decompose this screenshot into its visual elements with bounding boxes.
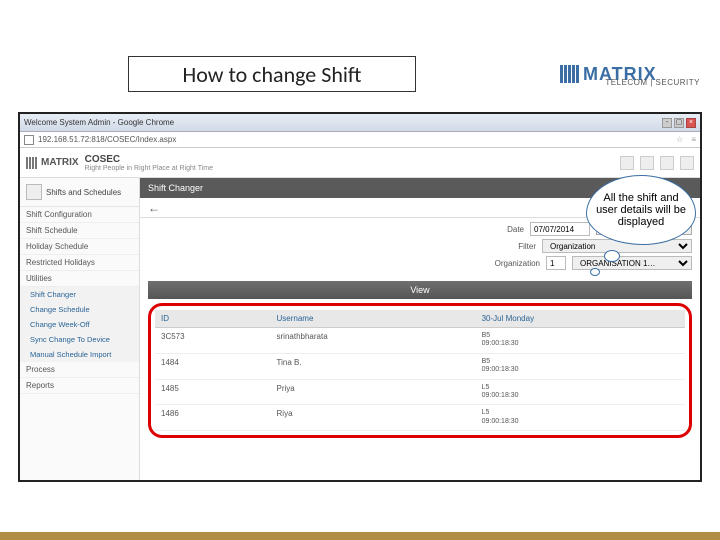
screenshot-frame: Welcome System Admin - Google Chrome - ▢… — [18, 112, 702, 482]
sidebar-sub-shift-changer[interactable]: Shift Changer — [20, 287, 139, 302]
callout-tail-1 — [604, 250, 620, 262]
results-table: ID Username 30-Jul Monday 3C573srinathbh… — [155, 310, 685, 431]
slide-title: How to change Shift — [183, 61, 362, 88]
cell-shift: L509:00:18:30 — [476, 405, 685, 431]
cell-id: 3C573 — [155, 328, 271, 354]
date-label: Date — [474, 225, 524, 234]
sidebar-item-process[interactable]: Process — [20, 362, 139, 378]
clipboard-icon — [26, 184, 42, 200]
bookmark-star-icon[interactable]: ☆ — [676, 135, 683, 144]
header-icon-1[interactable] — [620, 156, 634, 170]
org-code-input[interactable] — [546, 256, 566, 270]
cell-id: 1486 — [155, 405, 271, 431]
page-icon — [24, 135, 34, 145]
window-minimize-button[interactable]: - — [662, 118, 672, 128]
sidebar-item-shift-config[interactable]: Shift Configuration — [20, 207, 139, 223]
product-name: COSEC — [85, 154, 213, 165]
app-logo-text: MATRIX — [41, 157, 79, 168]
cell-shift: B509:00:18:30 — [476, 353, 685, 379]
org-select[interactable]: ORGANISATION 1… — [572, 256, 692, 270]
table-row[interactable]: 1486RiyaL509:00:18:30 — [155, 405, 685, 431]
table-row[interactable]: 1484Tina B.B509:00:18:30 — [155, 353, 685, 379]
col-id[interactable]: ID — [155, 310, 271, 328]
cell-id: 1485 — [155, 379, 271, 405]
brand-subtitle: TELECOM | SECURITY — [605, 78, 700, 87]
browser-titlebar: Welcome System Admin - Google Chrome - ▢… — [20, 114, 700, 132]
cell-username: Riya — [271, 405, 476, 431]
window-maximize-button[interactable]: ▢ — [674, 118, 684, 128]
header-icons — [620, 156, 694, 170]
sidebar-sub-sync-change[interactable]: Sync Change To Device — [20, 332, 139, 347]
sidebar-section-title: Shifts and Schedules — [46, 188, 121, 197]
cell-username: Priya — [271, 379, 476, 405]
view-button-label: View — [410, 285, 429, 295]
sidebar-item-utilities[interactable]: Utilities — [20, 271, 139, 287]
filter-label: Filter — [486, 242, 536, 251]
page-title: Shift Changer — [148, 183, 203, 193]
cell-id: 1484 — [155, 353, 271, 379]
date-from-input[interactable] — [530, 222, 590, 236]
product-tagline: Right People in Right Place at Right Tim… — [85, 165, 213, 172]
cell-username: srinathbharata — [271, 328, 476, 354]
sidebar-sub-change-schedule[interactable]: Change Schedule — [20, 302, 139, 317]
header-icon-4[interactable] — [680, 156, 694, 170]
cell-shift: L509:00:18:30 — [476, 379, 685, 405]
organization-label: Organization — [490, 259, 540, 268]
callout-tail-2 — [590, 268, 600, 276]
window-close-button[interactable]: × — [686, 118, 696, 128]
browser-url-bar: 192.168.51.72:818/COSEC/Index.aspx ☆ ≡ — [20, 132, 700, 148]
sidebar-item-shift-schedule[interactable]: Shift Schedule — [20, 223, 139, 239]
sidebar-section[interactable]: Shifts and Schedules — [20, 178, 139, 207]
col-username[interactable]: Username — [271, 310, 476, 328]
slide-title-box: How to change Shift — [128, 56, 416, 92]
app-header: MATRIX COSEC Right People in Right Place… — [20, 148, 700, 178]
menu-icon[interactable]: ≡ — [691, 135, 696, 144]
back-button[interactable]: ← — [148, 201, 160, 215]
results-highlight: ID Username 30-Jul Monday 3C573srinathbh… — [148, 303, 692, 438]
url-text: 192.168.51.72:818/COSEC/Index.aspx — [38, 135, 176, 144]
sidebar-sub-change-weekoff[interactable]: Change Week-Off — [20, 317, 139, 332]
sidebar-item-reports[interactable]: Reports — [20, 378, 139, 394]
table-row[interactable]: 3C573srinathbharataB509:00:18:30 — [155, 328, 685, 354]
view-button[interactable]: View — [148, 281, 692, 299]
header-icon-2[interactable] — [640, 156, 654, 170]
sidebar: Shifts and Schedules Shift Configuration… — [20, 178, 140, 480]
app-logo: MATRIX — [26, 157, 79, 169]
sidebar-sub-manual-import[interactable]: Manual Schedule Import — [20, 347, 139, 362]
callout-text: All the shift and user details will be d… — [593, 192, 689, 228]
table-row[interactable]: 1485PriyaL509:00:18:30 — [155, 379, 685, 405]
header-icon-3[interactable] — [660, 156, 674, 170]
cell-username: Tina B. — [271, 353, 476, 379]
browser-tab-title: Welcome System Admin - Google Chrome — [24, 118, 174, 127]
sidebar-item-restricted-holidays[interactable]: Restricted Holidays — [20, 255, 139, 271]
sidebar-item-holiday-schedule[interactable]: Holiday Schedule — [20, 239, 139, 255]
cell-shift: B509:00:18:30 — [476, 328, 685, 354]
col-date[interactable]: 30-Jul Monday — [476, 310, 685, 328]
callout-bubble: All the shift and user details will be d… — [586, 175, 696, 245]
